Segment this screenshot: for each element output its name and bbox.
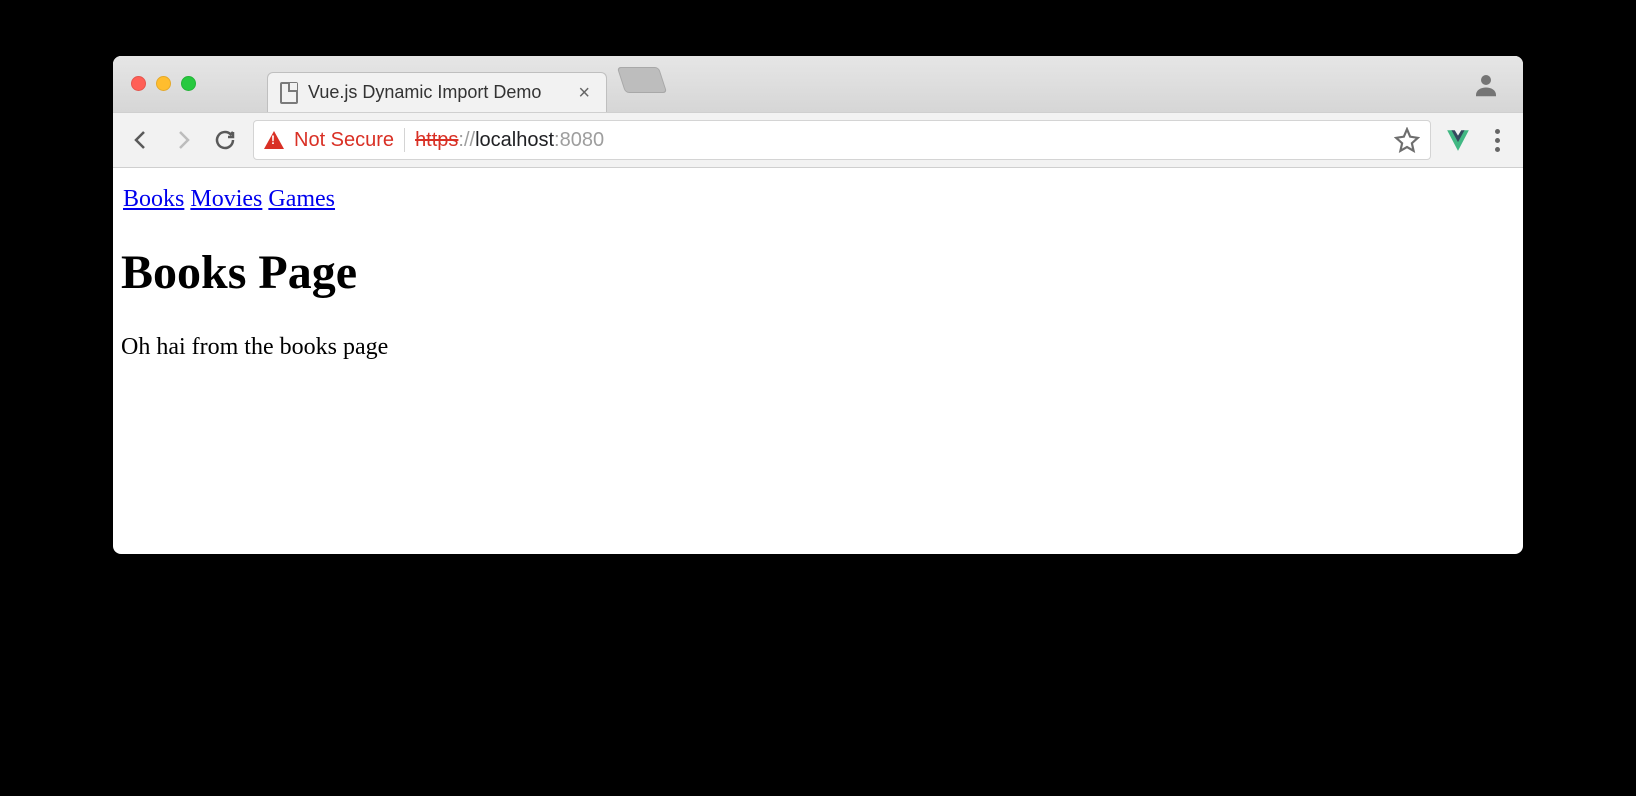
close-tab-button[interactable]: ×	[574, 81, 594, 105]
profile-avatar-icon[interactable]	[1471, 70, 1501, 100]
tab-title: Vue.js Dynamic Import Demo	[308, 82, 564, 103]
window-controls	[131, 76, 196, 91]
url-host: localhost	[475, 129, 554, 152]
nav-links: Books Movies Games	[123, 186, 1515, 213]
tab-strip: Vue.js Dynamic Import Demo ×	[113, 56, 1523, 112]
browser-menu-button[interactable]	[1485, 128, 1509, 152]
window-minimize-button[interactable]	[156, 76, 171, 91]
window-maximize-button[interactable]	[181, 76, 196, 91]
nav-link-books[interactable]: Books	[123, 186, 184, 212]
reload-button[interactable]	[211, 126, 239, 154]
window-close-button[interactable]	[131, 76, 146, 91]
warning-icon	[264, 131, 284, 149]
address-bar[interactable]: Not Secure https :// localhost : 8080	[253, 120, 1431, 160]
page-heading: Books Page	[121, 245, 1515, 300]
security-indicator[interactable]: Not Secure	[294, 129, 394, 152]
browser-tab[interactable]: Vue.js Dynamic Import Demo ×	[267, 72, 607, 112]
bookmark-star-icon[interactable]	[1394, 127, 1420, 153]
nav-link-games[interactable]: Games	[268, 186, 335, 212]
back-button[interactable]	[127, 126, 155, 154]
url-text: https :// localhost : 8080	[415, 129, 604, 152]
new-tab-button[interactable]	[617, 67, 667, 93]
url-scheme-sep: ://	[458, 129, 475, 152]
url-scheme: https	[415, 129, 458, 152]
separator	[404, 128, 405, 152]
forward-button[interactable]	[169, 126, 197, 154]
page-body-text: Oh hai from the books page	[121, 334, 1515, 361]
nav-link-movies[interactable]: Movies	[190, 186, 262, 212]
browser-window: Vue.js Dynamic Import Demo × Not Secure …	[113, 56, 1523, 554]
page-content: Books Movies Games Books Page Oh hai fro…	[113, 168, 1523, 554]
url-port: 8080	[560, 129, 605, 152]
toolbar: Not Secure https :// localhost : 8080	[113, 112, 1523, 168]
page-icon	[280, 82, 298, 104]
vue-devtools-icon[interactable]	[1445, 127, 1471, 153]
